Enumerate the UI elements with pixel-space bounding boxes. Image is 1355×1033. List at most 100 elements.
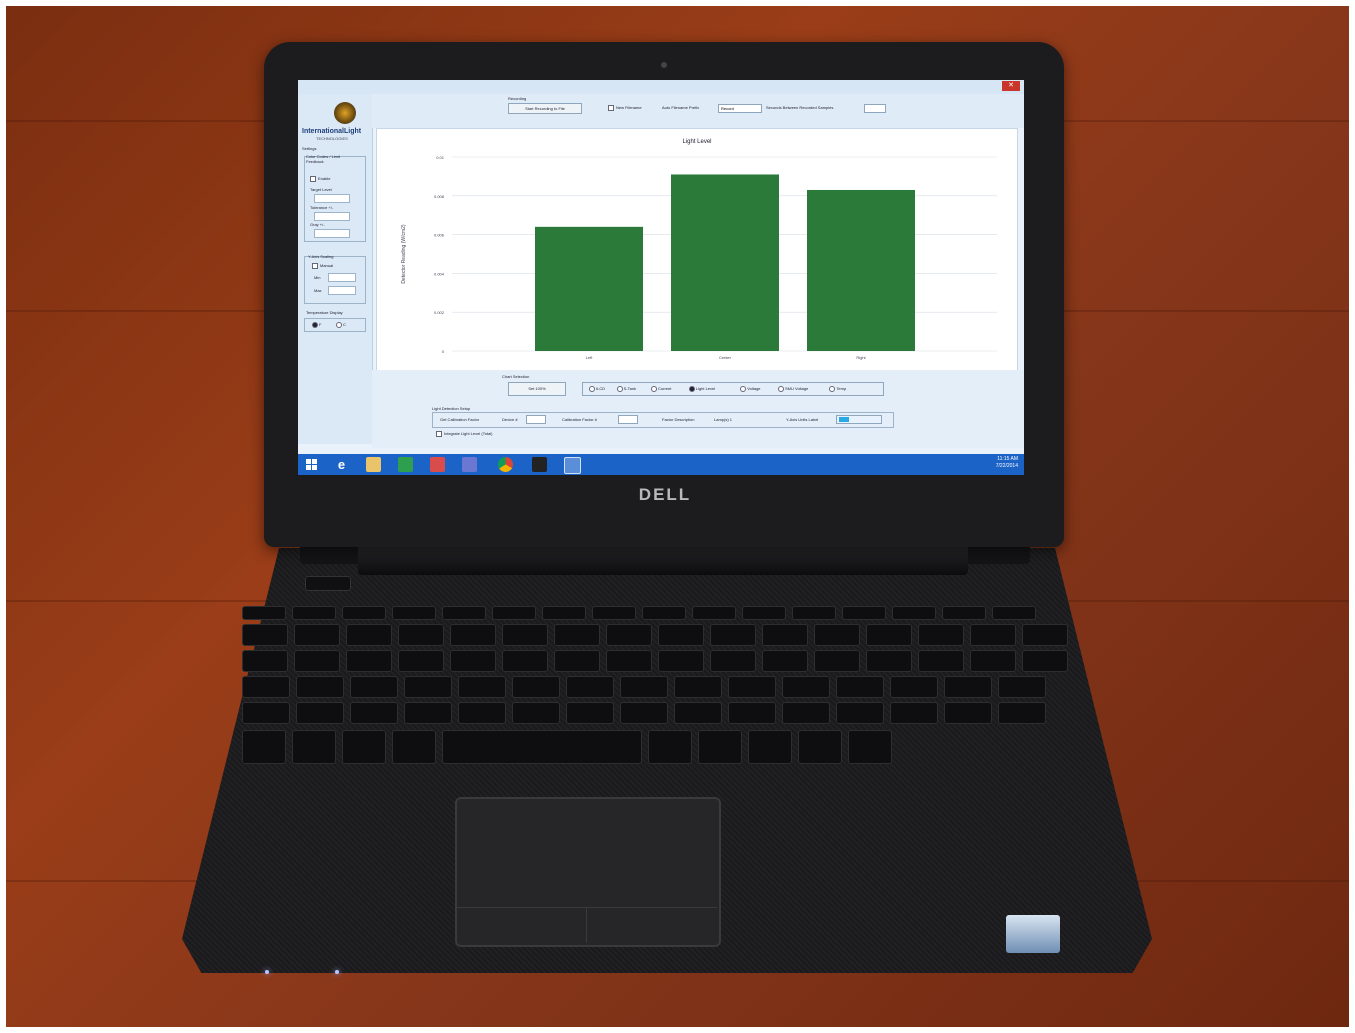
device-input[interactable] [526,415,546,424]
chart-type-radio[interactable] [616,386,623,392]
start-recording-button[interactable]: Start Recording to File [508,103,582,114]
keyboard-key[interactable] [350,702,398,724]
max-input[interactable] [328,286,356,295]
manual-checkbox[interactable] [312,263,318,269]
keyboard-key[interactable] [762,624,808,646]
keyboard-key[interactable] [710,624,756,646]
keyboard-key[interactable] [792,606,836,620]
keyboard-key[interactable] [292,606,336,620]
keyboard-key[interactable] [398,650,444,672]
keyboard-key[interactable] [848,730,892,764]
keyboard-key[interactable] [890,702,938,724]
close-button[interactable]: ✕ [1002,81,1020,91]
keyboard-key[interactable] [918,650,964,672]
chart-type-radio[interactable] [829,386,836,392]
keyboard-key[interactable] [674,676,722,698]
keyboard-key[interactable] [346,624,392,646]
keyboard-key[interactable] [918,624,964,646]
keyboard-key[interactable] [992,606,1036,620]
keyboard-key[interactable] [294,624,340,646]
chrome-icon[interactable] [498,457,513,472]
gray-input[interactable] [314,229,350,238]
keyboard-key[interactable] [296,702,344,724]
keyboard-key[interactable] [892,606,936,620]
keyboard-key[interactable] [404,676,452,698]
keyboard-key[interactable] [970,624,1016,646]
keyboard-key[interactable] [242,730,286,764]
chart-type-radio[interactable] [651,386,657,392]
keyboard-key[interactable] [458,702,506,724]
taskbar-clock[interactable]: 11:15 AM 7/22/2014 [996,456,1018,470]
keyboard-key[interactable] [1022,624,1068,646]
keyboard-key[interactable] [728,702,776,724]
keyboard-key[interactable] [392,730,436,764]
keyboard-key[interactable] [836,702,884,724]
yaxis-units-select[interactable] [836,415,882,424]
tolerance-input[interactable] [314,212,350,221]
chart-type-radio[interactable] [778,386,784,392]
keyboard-key[interactable] [292,730,336,764]
media-icon[interactable] [462,457,477,472]
keyboard-key[interactable] [998,702,1046,724]
filename-prefix-input[interactable]: Record [718,104,762,113]
keyboard-key[interactable] [658,624,704,646]
keyboard-key[interactable] [442,730,642,764]
chart-type-radio[interactable] [688,386,695,392]
keyboard-key[interactable] [342,730,386,764]
keyboard-key[interactable] [442,606,486,620]
keyboard-key[interactable] [836,676,884,698]
keyboard-key[interactable] [398,624,444,646]
windows-start-icon[interactable] [304,457,319,472]
keyboard-key[interactable] [512,702,560,724]
enable-checkbox[interactable] [310,176,316,182]
keyboard-key[interactable] [942,606,986,620]
chart-type-radio[interactable] [589,386,595,392]
keyboard-key[interactable] [842,606,886,620]
keyboard-key[interactable] [242,624,288,646]
keyboard-key[interactable] [798,730,842,764]
keyboard-key[interactable] [296,676,344,698]
keyboard-key[interactable] [242,606,286,620]
keyboard-key[interactable] [450,650,496,672]
keyboard-key[interactable] [502,624,548,646]
paint-icon[interactable] [430,457,445,472]
keyboard-key[interactable] [998,676,1046,698]
target-level-input[interactable] [314,194,350,203]
keyboard-key[interactable] [866,650,912,672]
keyboard-key[interactable] [492,606,536,620]
power-button[interactable] [305,576,351,591]
keyboard-key[interactable] [294,650,340,672]
keyboard-key[interactable] [814,624,860,646]
keyboard-key[interactable] [342,606,386,620]
new-filename-checkbox[interactable] [608,105,614,111]
keyboard-key[interactable] [642,606,686,620]
store-icon[interactable] [398,457,413,472]
keyboard-key[interactable] [782,702,830,724]
keyboard-key[interactable] [944,702,992,724]
keyboard-key[interactable] [592,606,636,620]
seconds-input[interactable] [864,104,886,113]
temp-f-radio[interactable] [312,322,318,328]
internet-explorer-icon[interactable]: e [334,457,349,472]
keyboard-key[interactable] [566,702,614,724]
keyboard-key[interactable] [566,676,614,698]
keyboard-key[interactable] [606,650,652,672]
keyboard-key[interactable] [658,650,704,672]
keyboard-key[interactable] [866,624,912,646]
keyboard-key[interactable] [620,676,668,698]
keyboard-key[interactable] [502,650,548,672]
keyboard-key[interactable] [346,650,392,672]
calibration-input[interactable] [618,415,638,424]
keyboard-key[interactable] [710,650,756,672]
keyboard-key[interactable] [814,650,860,672]
keyboard-key[interactable] [648,730,692,764]
chart-type-radio[interactable] [740,386,747,392]
keyboard-key[interactable] [728,676,776,698]
keyboard-key[interactable] [970,650,1016,672]
keyboard-key[interactable] [748,730,792,764]
keyboard-key[interactable] [242,676,290,698]
keyboard-key[interactable] [512,676,560,698]
keyboard-key[interactable] [674,702,722,724]
light-app-icon[interactable] [564,457,581,474]
keyboard-key[interactable] [242,702,290,724]
